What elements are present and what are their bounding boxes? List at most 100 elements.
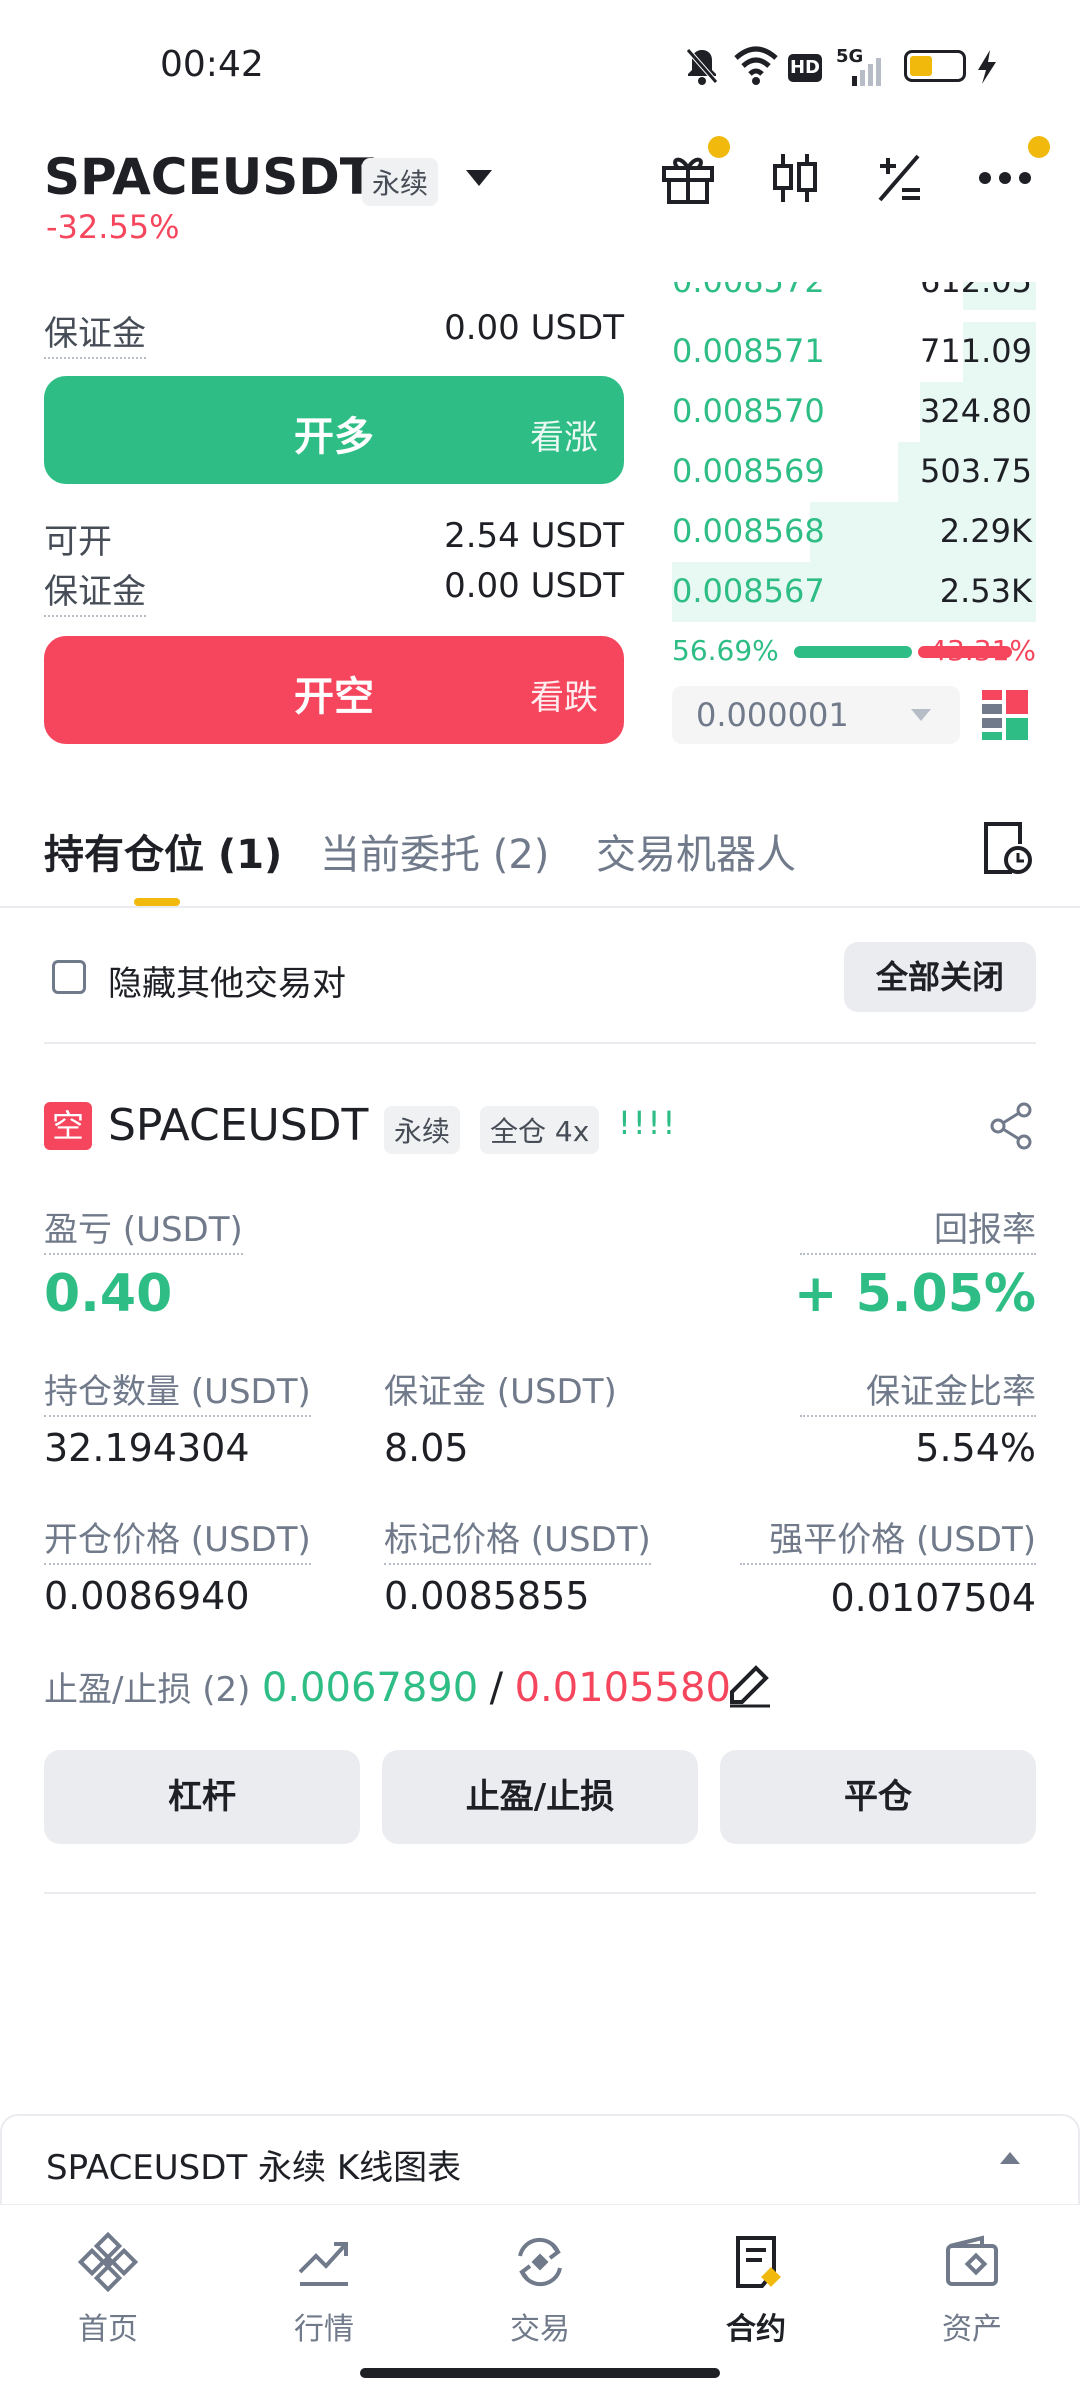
- card-divider: [44, 1892, 1036, 1894]
- open-long-sub: 看涨: [530, 418, 598, 458]
- history-icon[interactable]: [982, 820, 1032, 876]
- orderbook-layout-icon[interactable]: [982, 690, 1028, 740]
- entry-price-value: 0.0086940: [44, 1574, 250, 1618]
- nav-futures[interactable]: 合约: [686, 2232, 826, 2348]
- share-icon[interactable]: [990, 1102, 1034, 1150]
- orderbook-price: 0.008568: [672, 512, 825, 550]
- margin-ratio-value: 5.54%: [915, 1426, 1036, 1470]
- gift-icon[interactable]: [660, 150, 716, 206]
- status-bar: 00:42 HD 5G: [0, 0, 1080, 130]
- pnl-value: 0.40: [44, 1264, 173, 1324]
- orderbook-price: 0.008572: [672, 282, 825, 300]
- buy-ratio: 56.69%: [672, 634, 779, 667]
- tp-value: 0.0067890: [261, 1665, 479, 1711]
- mark-price-value: 0.0085855: [384, 1574, 590, 1618]
- more-icon[interactable]: [978, 170, 1032, 186]
- orderbook-qty: 711.09: [920, 332, 1032, 370]
- hide-other-pairs-label: 隐藏其他交易对: [108, 964, 346, 1004]
- short-margin-value: 0.00 USDT: [444, 566, 624, 606]
- gift-badge: [708, 136, 730, 158]
- tab-trading-bots[interactable]: 交易机器人: [596, 822, 796, 880]
- signal-icon: [852, 58, 881, 86]
- open-long-button[interactable]: 开多 看涨: [44, 376, 624, 484]
- mute-icon: [686, 48, 718, 85]
- pnl-label: 盈亏 (USDT): [44, 1202, 243, 1255]
- sl-value: 0.0105580: [514, 1665, 731, 1711]
- open-short-sub: 看跌: [530, 678, 598, 718]
- close-position-button[interactable]: 平仓: [720, 1750, 1036, 1844]
- nav-futures-label: 合约: [726, 2312, 786, 2347]
- kline-chart-bar[interactable]: SPACEUSDT 永续 K线图表: [0, 2114, 1080, 2204]
- nav-trade-label: 交易: [510, 2312, 570, 2347]
- long-margin-value: 0.00 USDT: [444, 308, 624, 348]
- open-short-button[interactable]: 开空 看跌: [44, 636, 624, 744]
- price-change: -32.55%: [46, 208, 180, 246]
- long-margin-label: 保证金: [44, 306, 146, 359]
- nav-trade[interactable]: 交易: [470, 2232, 610, 2348]
- orderbook-qty: 2.53K: [939, 572, 1032, 610]
- precision-select[interactable]: 0.000001: [672, 686, 960, 744]
- short-margin-label: 保证金: [44, 564, 146, 617]
- candlestick-icon[interactable]: [770, 150, 820, 206]
- nav-home[interactable]: 首页: [38, 2231, 178, 2348]
- tpsl-button[interactable]: 止盈/止损: [382, 1750, 698, 1844]
- orderbook-row[interactable]: 0.008567 2.53K: [672, 562, 1036, 622]
- symbol-dropdown-icon[interactable]: [464, 168, 494, 188]
- edit-icon[interactable]: [728, 1664, 772, 1708]
- mark-price-label: 标记价格 (USDT): [384, 1512, 651, 1565]
- trade-icon: [518, 2237, 562, 2287]
- liq-price-label: 强平价格 (USDT): [740, 1512, 1036, 1565]
- tab-indicator: [134, 898, 180, 906]
- more-badge: [1028, 136, 1050, 158]
- futures-icon: [736, 2236, 781, 2288]
- orderbook-price: 0.008570: [672, 392, 825, 430]
- orderbook-price: 0.008571: [672, 332, 825, 370]
- tab-positions[interactable]: 持有仓位 (1): [44, 822, 282, 880]
- nav-markets[interactable]: 行情: [254, 2232, 394, 2348]
- tpsl-row: 止盈/止损 (2) 0.0067890 / 0.0105580: [44, 1662, 731, 1711]
- home-indicator: [360, 2368, 720, 2378]
- roe-value: + 5.05%: [793, 1264, 1036, 1324]
- wallet-icon: [946, 2235, 998, 2286]
- roe-label: 回报率: [800, 1202, 1036, 1255]
- symbol-title[interactable]: SPACEUSDT: [44, 148, 374, 206]
- available-label: 可开: [44, 522, 112, 562]
- available-value: 2.54 USDT: [444, 516, 624, 556]
- entry-price-label: 开仓价格 (USDT): [44, 1512, 311, 1565]
- leverage-button[interactable]: 杠杆: [44, 1750, 360, 1844]
- orderbook-qty: 2.29K: [939, 512, 1032, 550]
- position-size-label: 持仓数量 (USDT): [44, 1364, 311, 1417]
- orderbook-row[interactable]: 0.008569 503.75: [672, 442, 1036, 502]
- calculator-icon[interactable]: [874, 152, 924, 204]
- buy-ratio-bar: [794, 646, 912, 658]
- wifi-icon: [734, 46, 778, 85]
- short-side-tag: 空: [44, 1102, 92, 1150]
- tab-open-orders[interactable]: 当前委托 (2): [320, 822, 549, 880]
- tabs-divider: [0, 906, 1080, 908]
- orderbook-qty: 324.80: [920, 392, 1032, 430]
- battery-icon: [904, 50, 966, 82]
- orderbook-row[interactable]: 0.008568 2.29K: [672, 502, 1036, 562]
- tpsl-separator: /: [489, 1665, 504, 1711]
- orderbook-price: 0.008569: [672, 452, 825, 490]
- adl-indicator: !!!!: [618, 1104, 678, 1142]
- orderbook-row[interactable]: 0.008571 711.09: [672, 322, 1036, 382]
- chevron-up-icon[interactable]: [998, 2150, 1022, 2166]
- margin-mode-tag[interactable]: 全仓 4x: [480, 1106, 600, 1154]
- nav-assets[interactable]: 资产: [902, 2232, 1042, 2348]
- markets-icon: [298, 2242, 348, 2286]
- liq-price-value: 0.0107504: [830, 1576, 1037, 1620]
- orderbook-row[interactable]: 0.008570 324.80: [672, 382, 1036, 442]
- contract-tag: 永续: [362, 158, 439, 206]
- chevron-down-icon: [911, 709, 931, 721]
- precision-value: 0.000001: [696, 696, 849, 734]
- close-all-button[interactable]: 全部关闭: [844, 942, 1036, 1012]
- sell-ratio: 43.31%: [929, 634, 1036, 667]
- hide-other-pairs-checkbox[interactable]: [52, 960, 86, 994]
- position-margin-label: 保证金 (USDT): [384, 1372, 617, 1412]
- orderbook-qty: 503.75: [920, 452, 1032, 490]
- home-icon: [77, 2231, 139, 2293]
- tpsl-label: 止盈/止损 (2): [44, 1670, 251, 1710]
- position-symbol[interactable]: SPACEUSDT: [108, 1100, 368, 1151]
- position-size-value: 32.194304: [44, 1426, 250, 1470]
